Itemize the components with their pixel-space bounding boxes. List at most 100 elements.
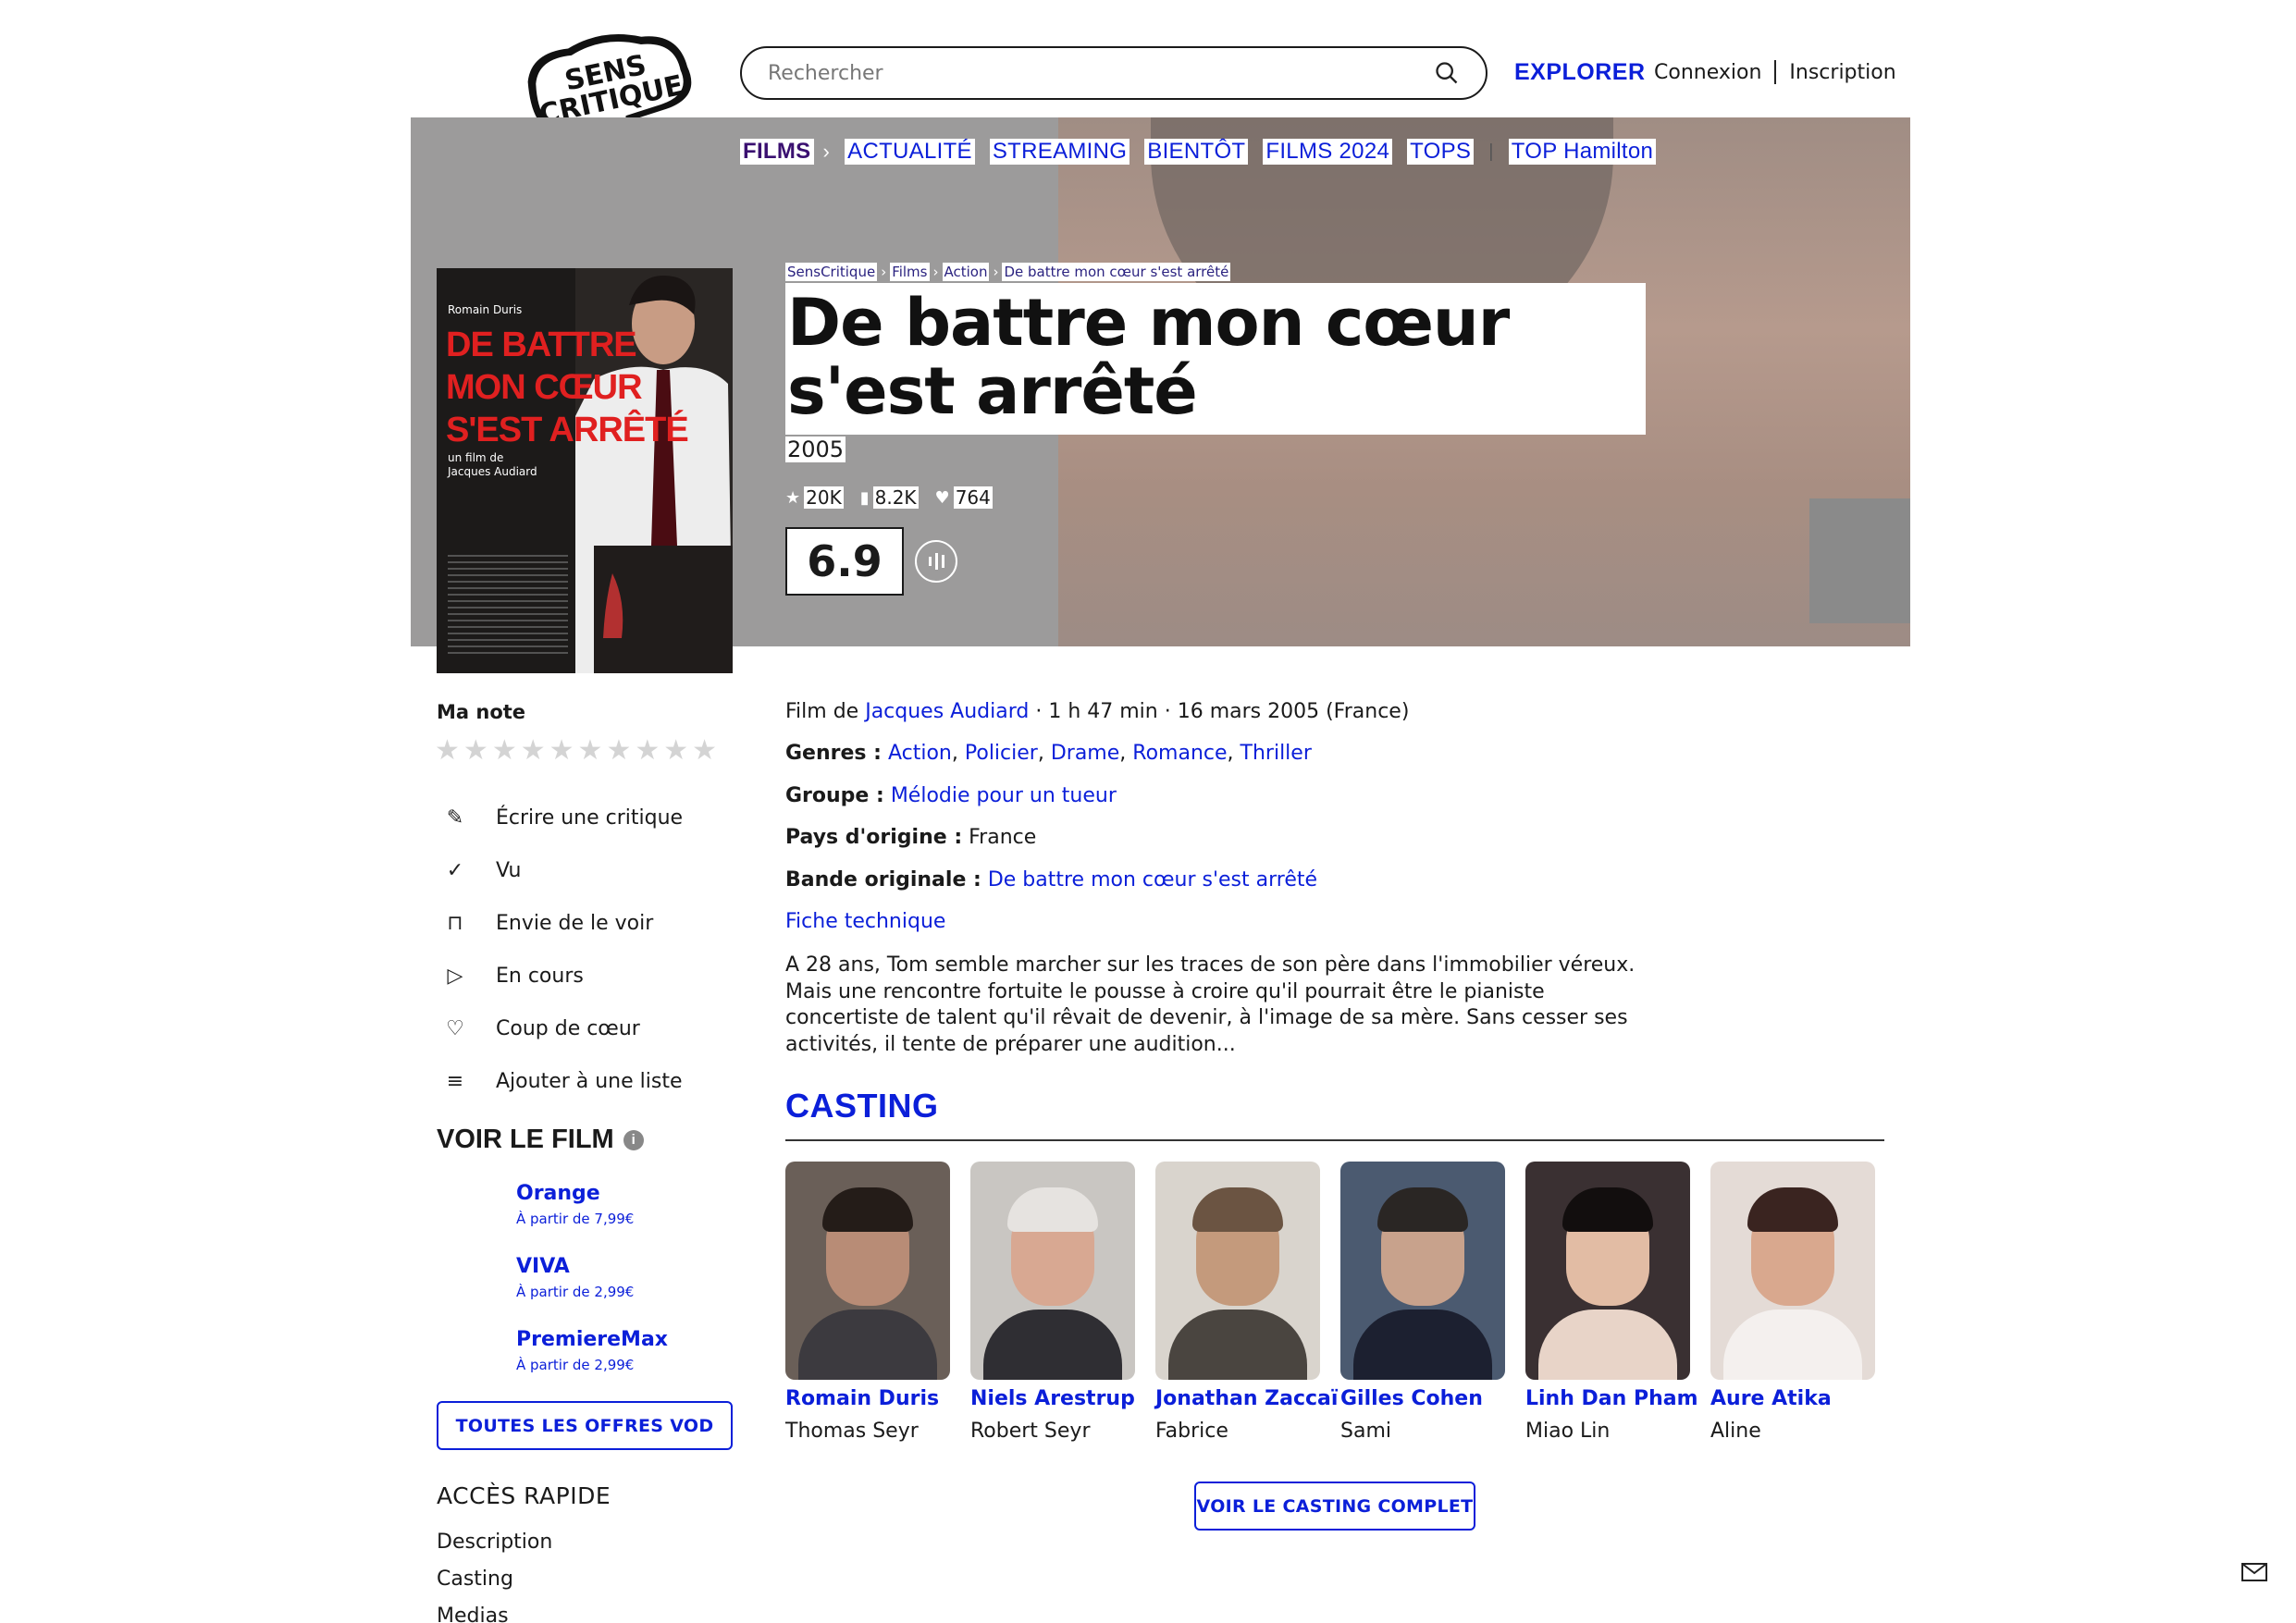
actor-photo[interactable]	[1340, 1162, 1505, 1380]
mail-icon[interactable]	[2241, 1563, 2267, 1581]
rating-star-icon[interactable]: ★	[606, 734, 631, 767]
login-link[interactable]: Connexion	[1654, 61, 1761, 84]
genre-link[interactable]: Romance	[1132, 742, 1227, 765]
tech-sheet-link[interactable]: Fiche technique	[785, 910, 945, 933]
action-want-to-see[interactable]: ⊓ Envie de le voir	[442, 897, 683, 950]
actor-name[interactable]: Aure Atika	[1710, 1387, 1875, 1410]
nav-item-tops[interactable]: TOPS	[1407, 139, 1475, 165]
search-icon[interactable]	[1434, 60, 1460, 86]
rating-star-icon[interactable]: ★	[635, 734, 660, 767]
signup-link[interactable]: Inscription	[1789, 61, 1895, 84]
nav-item-films[interactable]: FILMS	[740, 139, 814, 165]
actor-role: Sami	[1340, 1420, 1391, 1443]
quick-access-links: Description Casting Medias	[437, 1524, 552, 1623]
action-add-to-list[interactable]: ≡ Ajouter à une liste	[442, 1055, 683, 1108]
action-favorite[interactable]: ♡ Coup de cœur	[442, 1002, 683, 1055]
cast-card[interactable]: Jonathan Zaccaï Fabrice	[1155, 1162, 1338, 1443]
cast-card[interactable]: Romain Duris Thomas Seyr	[785, 1162, 950, 1443]
full-cast-button[interactable]: VOIR LE CASTING COMPLET	[1194, 1482, 1475, 1531]
film-country: Pays d'origine : France	[785, 826, 1037, 850]
action-in-progress[interactable]: ▷ En cours	[442, 950, 683, 1002]
cast-card[interactable]: Gilles Cohen Sami	[1340, 1162, 1505, 1443]
main-nav: FILMS › ACTUALITÉ STREAMING BIENTÔT FILM…	[740, 139, 1657, 165]
director-link[interactable]: Jacques Audiard	[865, 700, 1029, 723]
actor-photo[interactable]	[785, 1162, 950, 1380]
rating-star-icon[interactable]: ★	[492, 734, 517, 767]
actor-photo[interactable]	[1710, 1162, 1875, 1380]
rating-star-icon[interactable]: ★	[549, 734, 574, 767]
group-link[interactable]: Mélodie pour un tueur	[891, 784, 1117, 807]
my-rating-stars[interactable]: ★ ★ ★ ★ ★ ★ ★ ★ ★ ★	[435, 734, 717, 767]
rating-star-icon[interactable]: ★	[435, 734, 460, 767]
actor-name[interactable]: Linh Dan Pham	[1525, 1387, 1698, 1410]
rating-star-icon[interactable]: ★	[578, 734, 603, 767]
play-icon: ▷	[447, 965, 463, 988]
soundtrack-link[interactable]: De battre mon cœur s'est arrêté	[988, 868, 1317, 891]
actor-photo[interactable]	[970, 1162, 1135, 1380]
breadcrumb-item[interactable]: Films	[890, 263, 930, 281]
actor-name[interactable]: Romain Duris	[785, 1387, 950, 1410]
add-list-icon: ≡	[446, 1070, 464, 1093]
rating-distribution-icon[interactable]	[915, 540, 957, 583]
nav-item-bientot[interactable]: BIENTÔT	[1144, 139, 1249, 165]
actor-role: Miao Lin	[1525, 1420, 1611, 1443]
explorer-link[interactable]: EXPLORER	[1514, 59, 1646, 86]
genre-link[interactable]: Policier	[965, 742, 1038, 765]
search-bar[interactable]	[740, 46, 1487, 100]
info-icon[interactable]: i	[623, 1129, 644, 1150]
star-icon: ★	[785, 487, 801, 508]
quick-access-title: ACCÈS RAPIDE	[437, 1482, 611, 1509]
cast-card[interactable]: Aure Atika Aline	[1710, 1162, 1875, 1443]
nav-item-actualite[interactable]: ACTUALITÉ	[845, 139, 975, 165]
action-write-review[interactable]: ✎ Écrire une critique	[442, 792, 683, 844]
actor-photo[interactable]	[1155, 1162, 1320, 1380]
film-details: Film de Jacques Audiard · 1 h 47 min · 1…	[785, 699, 1636, 951]
rating-star-icon[interactable]: ★	[692, 734, 717, 767]
nav-item-top-hamilton[interactable]: TOP Hamilton	[1508, 139, 1657, 165]
all-vod-offers-button[interactable]: TOUTES LES OFFRES VOD	[437, 1401, 733, 1450]
vod-offer[interactable]: Orange À partir de 7,99€	[516, 1182, 668, 1227]
wishlist-count: ▮ 8.2K	[859, 486, 919, 509]
heart-icon: ♥	[934, 487, 950, 508]
film-tech-sheet: Fiche technique	[785, 909, 1636, 951]
actor-role: Aline	[1710, 1420, 1761, 1443]
genre-link[interactable]: Action	[888, 742, 952, 765]
pencil-icon: ✎	[446, 806, 464, 830]
genre-link[interactable]: Drame	[1051, 742, 1119, 765]
nav-item-films-2024[interactable]: FILMS 2024	[1263, 139, 1393, 165]
rating-star-icon[interactable]: ★	[463, 734, 488, 767]
breadcrumb-item[interactable]: De battre mon cœur s'est arrêté	[1002, 263, 1231, 281]
search-input[interactable]	[768, 61, 1434, 85]
film-poster[interactable]: Romain Duris DE BATTRE MON CŒUR S'EST AR…	[437, 268, 733, 673]
actor-name[interactable]: Gilles Cohen	[1340, 1387, 1505, 1410]
poster-credits	[448, 555, 568, 657]
bookmark-icon: ⊓	[447, 912, 463, 935]
actor-name[interactable]: Jonathan Zaccaï	[1155, 1387, 1338, 1410]
cast-card[interactable]: Niels Arestrup Robert Seyr	[970, 1162, 1135, 1443]
nav-item-streaming[interactable]: STREAMING	[989, 139, 1130, 165]
action-seen[interactable]: ✓ Vu	[442, 844, 683, 897]
film-stats: ★ 20K ▮ 8.2K ♥ 764	[785, 486, 993, 509]
breadcrumb-item[interactable]: SensCritique	[785, 263, 878, 281]
ratings-count: ★ 20K	[785, 486, 844, 509]
vod-offer[interactable]: PremiereMax À partir de 2,99€	[516, 1328, 668, 1373]
bookmark-icon: ▮	[859, 487, 870, 508]
my-rating-label: Ma note	[437, 701, 526, 723]
casting-list: Romain Duris Thomas Seyr Niels Arestrup …	[785, 1162, 1875, 1443]
actor-name[interactable]: Niels Arestrup	[970, 1387, 1135, 1410]
breadcrumb-item[interactable]: Action	[942, 263, 990, 281]
film-soundtrack: Bande originale : De battre mon cœur s'e…	[785, 867, 1318, 891]
quick-link-medias[interactable]: Medias	[437, 1598, 552, 1623]
rating-star-icon[interactable]: ★	[521, 734, 546, 767]
actor-role: Thomas Seyr	[785, 1420, 919, 1443]
vod-offer[interactable]: VIVA À partir de 2,99€	[516, 1255, 668, 1300]
cast-card[interactable]: Linh Dan Pham Miao Lin	[1525, 1162, 1698, 1443]
rating-star-icon[interactable]: ★	[663, 734, 688, 767]
heart-icon: ♡	[446, 1017, 464, 1040]
film-year: 2005	[785, 436, 846, 462]
genre-link[interactable]: Thriller	[1241, 742, 1312, 765]
quick-link-casting[interactable]: Casting	[437, 1561, 552, 1598]
quick-link-description[interactable]: Description	[437, 1524, 552, 1561]
film-meta: Film de Jacques Audiard · 1 h 47 min · 1…	[785, 700, 1410, 723]
actor-photo[interactable]	[1525, 1162, 1690, 1380]
